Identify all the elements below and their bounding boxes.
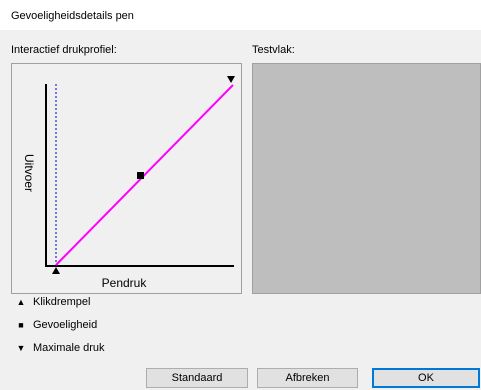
pressure-curve-editor[interactable]: Uitvoer Pendruk — [11, 63, 242, 294]
pressure-curve-line — [55, 84, 234, 266]
max-pressure-handle[interactable] — [227, 76, 235, 83]
legend-label: Maximale druk — [33, 342, 105, 354]
default-button[interactable]: Standaard — [146, 368, 248, 388]
click-threshold-icon: ▲ — [16, 297, 26, 307]
window-title: Gevoeligheidsdetails pen — [11, 10, 134, 22]
sensitivity-handle[interactable] — [137, 172, 144, 179]
legend-label: Klikdrempel — [33, 296, 91, 308]
legend-label: Gevoeligheid — [33, 319, 98, 331]
legend-max-pressure: ▼ Maximale druk — [15, 341, 105, 355]
ok-button[interactable]: OK — [372, 368, 480, 388]
click-threshold-handle[interactable] — [52, 267, 60, 274]
test-area[interactable] — [252, 63, 481, 294]
test-area-label: Testvlak: — [252, 44, 295, 56]
interactive-profile-label: Interactief drukprofiel: — [11, 44, 117, 56]
pressure-axis-label: Pendruk — [102, 276, 148, 290]
max-pressure-icon: ▼ — [16, 343, 26, 353]
output-axis-label: Uitvoer — [22, 154, 36, 192]
legend-sensitivity: ■ Gevoeligheid — [15, 318, 97, 332]
legend-click-threshold: ▲ Klikdrempel — [15, 295, 91, 309]
sensitivity-icon: ■ — [18, 320, 24, 330]
cancel-button[interactable]: Afbreken — [257, 368, 358, 388]
title-bar: Gevoeligheidsdetails pen — [0, 0, 481, 30]
